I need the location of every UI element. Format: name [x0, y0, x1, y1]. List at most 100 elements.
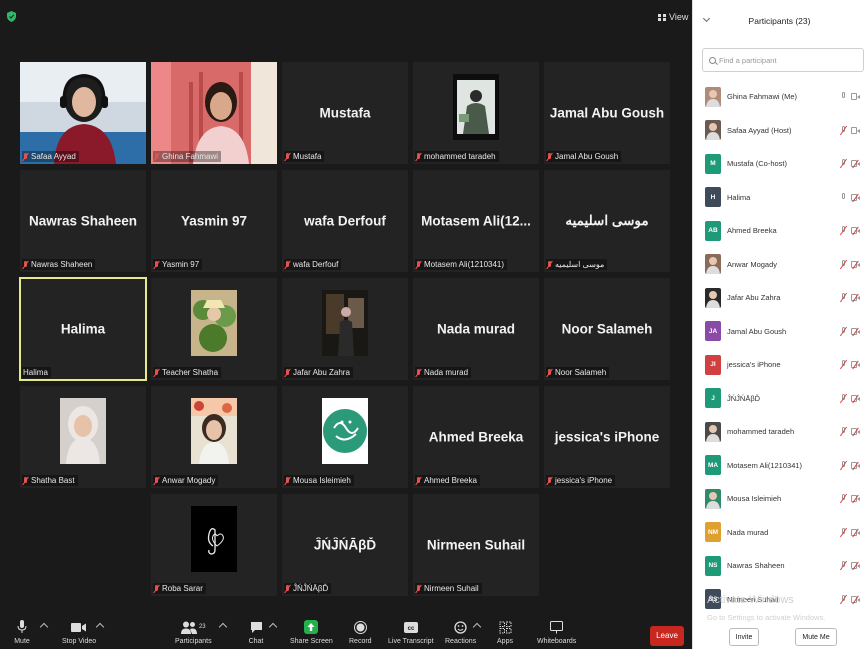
video-camera-icon[interactable]	[851, 93, 860, 101]
participant-row[interactable]: NS Nawras Shaheen	[693, 549, 865, 583]
participant-row[interactable]: JI jessica's iPhone	[693, 348, 865, 382]
participant-video-anwar	[191, 397, 237, 464]
stop-video-button[interactable]: Stop Video	[62, 620, 96, 645]
video-tile-nirmeen[interactable]: Nirmeen Suhail Nirmeen Suhail	[413, 494, 539, 596]
video-tile-ghina[interactable]: Ghina Fahmawi	[151, 62, 277, 164]
video-tile-roba[interactable]: Roba Sarar	[151, 494, 277, 596]
participants-button[interactable]: 23 Participants	[175, 620, 212, 645]
muted-microphone-icon[interactable]	[839, 359, 847, 370]
video-off-icon[interactable]	[851, 360, 860, 370]
microphone-icon[interactable]	[840, 192, 846, 202]
tile-name-label: Safaa Ayyad	[22, 151, 79, 162]
video-tile-jessica[interactable]: jessica's iPhone jessica's iPhone	[544, 386, 670, 488]
mute-me-button[interactable]: Mute Me	[795, 628, 837, 646]
video-tile-halima[interactable]: Halima Halima	[19, 277, 147, 381]
video-off-icon[interactable]	[851, 528, 860, 538]
tile-display-name: Jamal Abu Goush	[549, 105, 665, 121]
muted-microphone-icon	[154, 476, 159, 485]
participant-row[interactable]: Ghina Fahmawi (Me)	[693, 80, 865, 114]
muted-microphone-icon[interactable]	[839, 493, 847, 504]
video-tile-motasem[interactable]: Motasem Ali(12... Motasem Ali(1210341)	[413, 170, 539, 272]
muted-microphone-icon[interactable]	[839, 460, 847, 471]
participant-row[interactable]: Mousa Isleimieh	[693, 482, 865, 516]
muted-microphone-icon[interactable]	[839, 125, 847, 136]
avatar	[705, 120, 721, 141]
participant-row[interactable]: mohammed taradeh	[693, 415, 865, 449]
muted-microphone-icon[interactable]	[839, 326, 847, 337]
microphone-icon[interactable]	[840, 92, 846, 101]
video-tile-ahmed[interactable]: Ahmed Breeka Ahmed Breeka	[413, 386, 539, 488]
participant-row[interactable]: M Mustafa (Co-host)	[693, 147, 865, 181]
video-tile-safaa[interactable]: Safaa Ayyad	[20, 62, 146, 164]
video-off-icon[interactable]	[851, 327, 860, 337]
live-transcript-button[interactable]: cc Live Transcript	[388, 620, 434, 645]
muted-microphone-icon[interactable]	[839, 527, 847, 538]
video-tile-nada[interactable]: Nada murad Nada murad	[413, 278, 539, 380]
chat-button[interactable]: Chat	[248, 620, 264, 645]
participant-row[interactable]: NM Nada murad	[693, 516, 865, 550]
participant-row[interactable]: JA Jamal Abu Goush	[693, 315, 865, 349]
participant-row[interactable]: J ĴŃĴŃĀβĎ	[693, 382, 865, 416]
tile-label-text: ĴŃĴŃĀβĎ	[293, 584, 329, 593]
video-tile-shatha[interactable]: Shatha Bast	[20, 386, 146, 488]
muted-microphone-icon[interactable]	[839, 225, 847, 236]
participant-row[interactable]: Anwar Mogady	[693, 248, 865, 282]
video-tile-noor[interactable]: Noor Salameh Noor Salameh	[544, 278, 670, 380]
video-off-icon[interactable]	[851, 427, 860, 437]
reactions-label: Reactions	[445, 638, 477, 645]
video-tile-jamal[interactable]: Jamal Abu Goush Jamal Abu Goush	[544, 62, 670, 164]
reactions-button[interactable]: Reactions	[445, 620, 476, 645]
video-camera-icon[interactable]	[851, 126, 860, 134]
search-icon	[709, 56, 716, 64]
audio-options-chevron-icon[interactable]	[39, 622, 49, 632]
video-tile-nawras[interactable]: Nawras Shaheen Nawras Shaheen	[20, 170, 146, 272]
share-screen-button[interactable]: Share Screen	[290, 620, 333, 645]
video-off-icon[interactable]	[851, 260, 860, 270]
muted-microphone-icon[interactable]	[839, 259, 847, 270]
participant-row[interactable]: H Halima	[693, 181, 865, 215]
chat-options-chevron-icon[interactable]	[268, 622, 278, 632]
video-off-icon[interactable]	[851, 494, 860, 504]
video-off-icon[interactable]	[851, 193, 860, 203]
muted-microphone-icon[interactable]	[839, 560, 847, 571]
video-tile-anwar[interactable]: Anwar Mogady	[151, 386, 277, 488]
invite-button[interactable]: Invite	[729, 628, 759, 646]
leave-button[interactable]: Leave	[650, 626, 684, 646]
video-off-icon[interactable]	[851, 461, 860, 471]
video-off-icon[interactable]	[851, 561, 860, 571]
video-tile-wafa[interactable]: wafa Derfouf wafa Derfouf	[282, 170, 408, 272]
video-off-icon[interactable]	[851, 394, 860, 404]
participant-row[interactable]: MA Motasem Ali(1210341)	[693, 449, 865, 483]
video-off-icon[interactable]	[851, 293, 860, 303]
participant-row[interactable]: Jafar Abu Zahra	[693, 281, 865, 315]
video-off-icon[interactable]	[851, 226, 860, 236]
participants-options-chevron-icon[interactable]	[218, 622, 228, 632]
video-camera-icon	[71, 620, 87, 634]
whiteboards-button[interactable]: Whiteboards	[537, 620, 576, 645]
video-off-icon[interactable]	[851, 159, 860, 169]
video-tile-jafar[interactable]: Jafar Abu Zahra	[282, 278, 408, 380]
search-input[interactable]	[719, 55, 859, 65]
muted-microphone-icon[interactable]	[839, 292, 847, 303]
video-tile-yasmin[interactable]: Yasmin 97 Yasmin 97	[151, 170, 277, 272]
tile-label-text: Ghina Fahmawi	[162, 152, 219, 161]
record-button[interactable]: Record	[349, 620, 372, 645]
participant-row[interactable]: AB Ahmed Breeka	[693, 214, 865, 248]
mute-button[interactable]: Mute	[14, 620, 30, 645]
video-tile-mustafa[interactable]: Mustafa Mustafa	[282, 62, 408, 164]
apps-button[interactable]: Apps	[497, 620, 513, 645]
tile-name-label: Mousa Isleimieh	[284, 475, 354, 486]
video-tile-jn[interactable]: ĴŃĴŃĀβĎ ĴŃĴŃĀβĎ	[282, 494, 408, 596]
participant-row[interactable]: Safaa Ayyad (Host)	[693, 114, 865, 148]
muted-microphone-icon[interactable]	[839, 158, 847, 169]
panel-footer: Activate Windows Go to Settings to activ…	[693, 590, 865, 649]
participant-video-safaa	[20, 62, 146, 164]
video-tile-mohammed[interactable]: mohammed taradeh	[413, 62, 539, 164]
video-tile-musa[interactable]: موسى اسليميه موسى اسليميه	[544, 170, 670, 272]
video-options-chevron-icon[interactable]	[95, 622, 105, 632]
muted-microphone-icon[interactable]	[839, 393, 847, 404]
muted-microphone-icon	[547, 476, 552, 485]
muted-microphone-icon[interactable]	[839, 426, 847, 437]
video-tile-mousa[interactable]: Mousa Isleimieh	[282, 386, 408, 488]
video-tile-teacher[interactable]: Teacher Shatha	[151, 278, 277, 380]
